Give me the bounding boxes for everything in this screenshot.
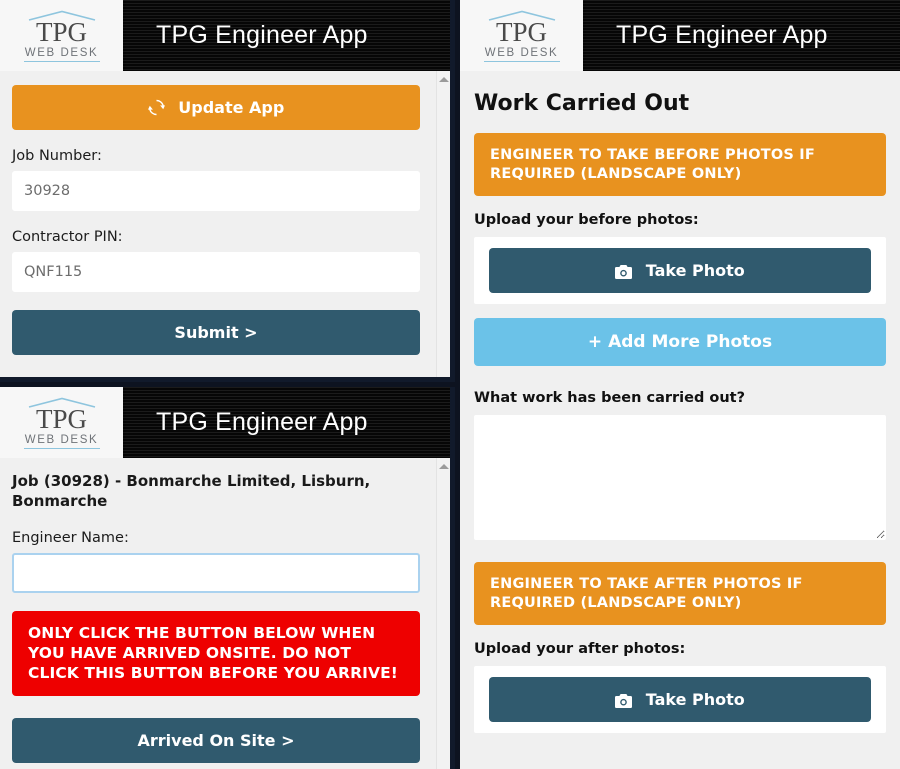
before-photos-notice: ENGINEER TO TAKE BEFORE PHOTOS IF REQUIR… (474, 133, 886, 197)
app-title: TPG Engineer App (616, 21, 828, 49)
scrollbar-job[interactable] (436, 458, 450, 769)
panel-login: TPG WEB DESK TPG Engineer App Update App… (0, 0, 455, 382)
panel-login-body: Update App Job Number: Contractor PIN: S… (0, 71, 450, 377)
take-photo-after-label: Take Photo (645, 690, 745, 710)
before-upload-label: Upload your before photos: (474, 212, 699, 229)
submit-button[interactable]: Submit > (12, 310, 420, 355)
job-number-input[interactable] (12, 171, 420, 211)
scrollbar-login[interactable] (436, 71, 450, 377)
app-header-job: TPG WEB DESK TPG Engineer App (0, 387, 450, 458)
panel-job: TPG WEB DESK TPG Engineer App Job (30928… (0, 387, 455, 769)
tpg-logo: TPG WEB DESK (0, 387, 123, 458)
after-photos-notice: ENGINEER TO TAKE AFTER PHOTOS IF REQUIRE… (474, 562, 886, 626)
take-photo-before-button[interactable]: Take Photo (489, 248, 871, 294)
arrival-warning-banner: ONLY CLICK THE BUTTON BELOW WHEN YOU HAV… (12, 610, 420, 697)
submit-label: Submit > (174, 323, 258, 342)
add-more-photos-button[interactable]: + Add More Photos (474, 318, 886, 367)
update-app-button[interactable]: Update App (12, 85, 420, 130)
work-question-label: What work has been carried out? (474, 390, 746, 407)
take-photo-before-label: Take Photo (645, 261, 745, 281)
tpg-logo: TPG WEB DESK (460, 0, 583, 71)
contractor-pin-input[interactable] (12, 252, 420, 292)
logo-primary-text: TPG (495, 16, 547, 47)
panel-work-body: Work Carried Out ENGINEER TO TAKE BEFORE… (460, 71, 900, 769)
job-heading: Job (30928) - Bonmarche Limited, Lisburn… (12, 472, 371, 510)
logo-secondary-text: WEB DESK (24, 433, 99, 446)
app-title: TPG Engineer App (156, 408, 368, 436)
add-more-photos-label: + Add More Photos (587, 332, 773, 353)
camera-icon (615, 694, 633, 709)
arrived-on-site-button[interactable]: Arrived On Site > (12, 718, 420, 764)
logo-underline (23, 60, 100, 62)
engineer-name-input[interactable] (12, 552, 420, 593)
app-header-work: TPG WEB DESK TPG Engineer App (460, 0, 900, 71)
before-photo-upload-well: Take Photo (474, 237, 886, 305)
take-photo-after-button[interactable]: Take Photo (489, 677, 871, 723)
section-title-work-carried-out: Work Carried Out (474, 91, 690, 116)
camera-icon (615, 265, 633, 280)
logo-underline (483, 60, 560, 62)
job-number-label: Job Number: (12, 148, 102, 164)
arrived-on-site-label: Arrived On Site > (137, 731, 295, 751)
logo-primary-text: TPG (35, 403, 87, 434)
refresh-icon (147, 99, 165, 116)
screenshot-root: TPG WEB DESK TPG Engineer App Update App… (0, 0, 900, 769)
panel-job-body: Job (30928) - Bonmarche Limited, Lisburn… (0, 458, 450, 769)
contractor-pin-label: Contractor PIN: (12, 229, 123, 245)
tpg-logo: TPG WEB DESK (0, 0, 123, 71)
logo-secondary-text: WEB DESK (24, 46, 99, 59)
app-header-login: TPG WEB DESK TPG Engineer App (0, 0, 450, 71)
after-photo-upload-well: Take Photo (474, 666, 886, 734)
app-title: TPG Engineer App (156, 21, 368, 49)
logo-underline (23, 447, 100, 449)
logo-primary-text: TPG (35, 16, 87, 47)
update-app-label: Update App (178, 98, 285, 117)
panel-work-carried-out: TPG WEB DESK TPG Engineer App Work Carri… (460, 0, 900, 769)
after-upload-label: Upload your after photos: (474, 641, 686, 658)
engineer-name-label: Engineer Name: (12, 529, 129, 546)
logo-secondary-text: WEB DESK (484, 46, 559, 59)
scroll-up-arrow-icon[interactable] (438, 464, 449, 469)
scroll-up-arrow-icon[interactable] (438, 77, 449, 82)
work-description-textarea[interactable] (474, 415, 886, 541)
